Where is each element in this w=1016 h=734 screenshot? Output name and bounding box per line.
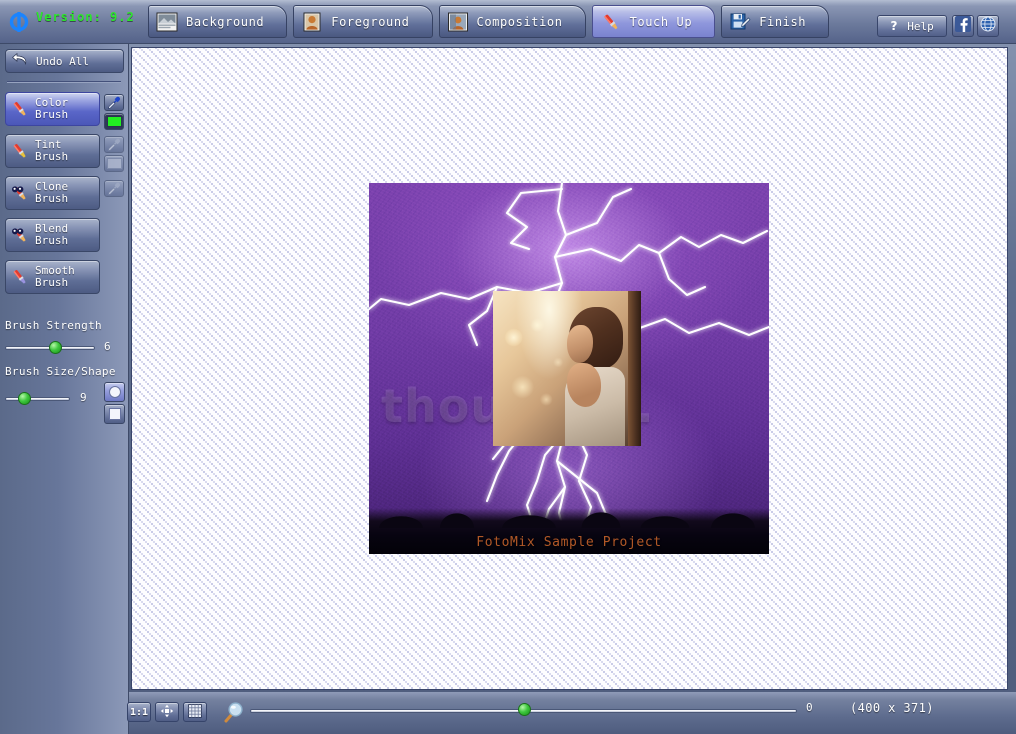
website-button[interactable] xyxy=(977,15,999,37)
globe-icon xyxy=(980,16,996,36)
artwork-caption-text: FotoMix Sample Project xyxy=(476,535,662,550)
brush-icon xyxy=(600,11,622,33)
color-brush-icon xyxy=(10,99,30,119)
brush-size-value: 9 xyxy=(80,391,87,404)
question-mark-icon: ? xyxy=(890,17,901,36)
tool-label: Blend Brush xyxy=(35,222,69,247)
tab-background[interactable]: Background xyxy=(148,5,288,38)
tab-label: Background xyxy=(186,14,265,29)
composition-photo-icon xyxy=(447,11,469,33)
sidebar-divider xyxy=(7,81,121,83)
fit-to-window-button[interactable] xyxy=(155,702,179,722)
tab-foreground[interactable]: Foreground xyxy=(293,5,433,38)
brush-size-track[interactable] xyxy=(5,397,70,401)
child-figure xyxy=(557,297,631,446)
color-swatch xyxy=(106,158,122,169)
eyedropper-button-2[interactable] xyxy=(104,136,124,153)
tab-finish[interactable]: Finish xyxy=(721,5,830,38)
main-tabstrip: Background Foreground Composition Touch … xyxy=(148,5,835,41)
eyedropper-icon xyxy=(107,182,121,195)
grid-button[interactable] xyxy=(183,702,207,722)
tab-label: Composition xyxy=(476,14,563,29)
blend-brush-icon xyxy=(10,225,30,245)
round-brush-shape-icon xyxy=(108,386,121,398)
smooth-brush-icon xyxy=(10,267,30,287)
app-header: Version: 9.2 Background Foreground Compo… xyxy=(0,0,1016,44)
landscape-photo-icon xyxy=(156,11,178,33)
color-swatch-button-1[interactable] xyxy=(104,113,124,130)
canvas-area[interactable]: thou…ot… FotoMix Sample Project xyxy=(131,47,1008,690)
portrait-photo-icon xyxy=(301,11,323,33)
help-label: Help xyxy=(907,19,934,33)
help-button[interactable]: ? Help xyxy=(877,15,947,37)
tool-label: Color Brush xyxy=(35,96,69,121)
brush-strength-knob[interactable] xyxy=(49,341,62,354)
tool-blend-brush[interactable]: Blend Brush xyxy=(5,218,100,252)
tool-tint-brush[interactable]: Tint Brush xyxy=(5,134,100,168)
color-swatch xyxy=(106,116,122,127)
facebook-button[interactable] xyxy=(952,15,974,37)
actual-size-icon: 1:1 xyxy=(129,706,149,718)
tool-smooth-brush[interactable]: Smooth Brush xyxy=(5,260,100,294)
clone-brush-icon xyxy=(10,183,30,203)
tint-brush-icon xyxy=(10,141,30,161)
fotomix-logo-icon xyxy=(8,10,30,34)
undo-all-label: Undo All xyxy=(36,54,89,68)
color-swatch-button-2[interactable] xyxy=(104,155,124,172)
eyedropper-button-1[interactable] xyxy=(104,94,124,111)
actual-size-button[interactable]: 1:1 xyxy=(127,702,151,722)
grid-icon xyxy=(188,703,202,722)
tool-clone-brush[interactable]: Clone Brush xyxy=(5,176,100,210)
magnifier-icon xyxy=(222,700,244,728)
tool-label: Smooth Brush xyxy=(35,264,75,289)
square-brush-shape-button[interactable] xyxy=(104,404,125,424)
tab-touch-up[interactable]: Touch Up xyxy=(591,5,716,38)
save-pencil-icon xyxy=(729,11,751,33)
tools-sidebar: Undo All Color Brush Tint Brush Clone Br… xyxy=(0,44,129,734)
undo-arrow-icon xyxy=(12,52,28,71)
brush-strength-label: Brush Strength xyxy=(5,319,102,332)
image-dimensions-label: (400 x 371) xyxy=(850,701,934,715)
square-brush-shape-icon xyxy=(108,408,121,420)
eyedropper-icon xyxy=(107,138,121,151)
tab-label: Finish xyxy=(759,14,807,29)
tool-color-brush[interactable]: Color Brush xyxy=(5,92,100,126)
svg-text:?: ? xyxy=(891,19,898,32)
tool-label: Tint Brush xyxy=(35,138,69,163)
zoom-slider-knob[interactable] xyxy=(518,703,531,716)
tab-label: Touch Up xyxy=(629,14,693,29)
eyedropper-button-3[interactable] xyxy=(104,180,124,197)
tab-label: Foreground xyxy=(331,14,410,29)
tab-composition[interactable]: Composition xyxy=(438,5,586,38)
version-label: Version: 9.2 xyxy=(36,10,135,24)
child-photo-overlay[interactable] xyxy=(493,291,641,446)
brush-size-label: Brush Size/Shape xyxy=(5,365,116,378)
undo-all-button[interactable]: Undo All xyxy=(5,49,124,73)
brush-strength-value: 6 xyxy=(104,340,111,353)
zoom-value-label: 0 xyxy=(806,701,813,714)
brush-size-knob[interactable] xyxy=(18,392,31,405)
artwork-image[interactable]: thou…ot… FotoMix Sample Project xyxy=(369,183,769,554)
facebook-icon xyxy=(955,16,971,36)
fit-to-window-icon xyxy=(160,703,174,722)
eyedropper-icon xyxy=(107,96,121,109)
tool-label: Clone Brush xyxy=(35,180,69,205)
round-brush-shape-button[interactable] xyxy=(104,382,125,402)
